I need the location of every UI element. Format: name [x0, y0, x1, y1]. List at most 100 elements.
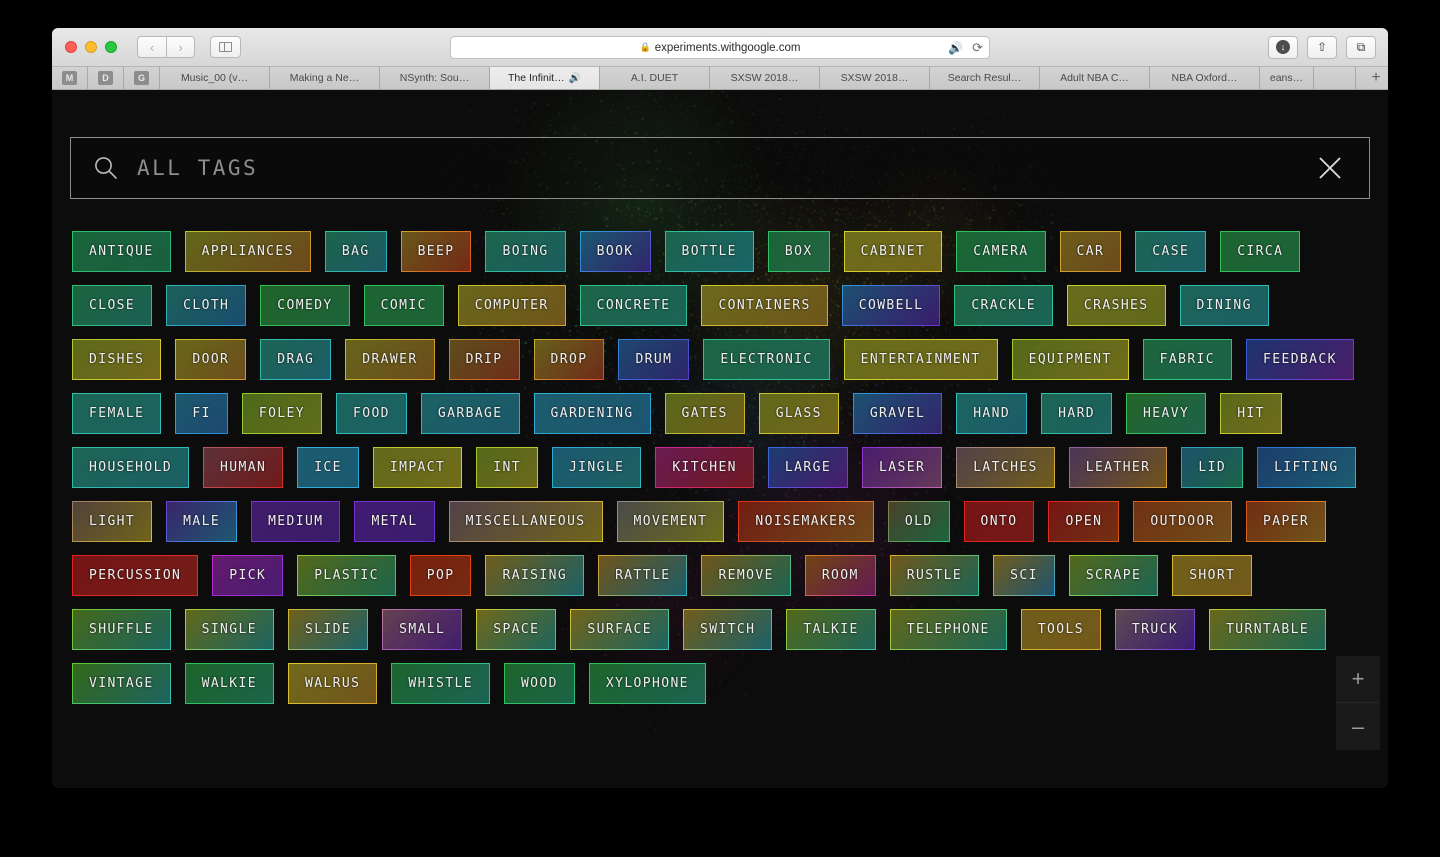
tag-chip[interactable]: TALKIE: [786, 609, 875, 650]
tag-chip[interactable]: SPACE: [476, 609, 556, 650]
back-button[interactable]: ‹: [137, 36, 166, 58]
browser-tab[interactable]: +: [1356, 67, 1388, 89]
tag-chip[interactable]: HIT: [1220, 393, 1282, 434]
close-window-button[interactable]: [65, 41, 77, 53]
tag-chip[interactable]: IMPACT: [373, 447, 462, 488]
browser-tab[interactable]: NSynth: Sou…: [380, 67, 490, 89]
tag-chip[interactable]: SCI: [993, 555, 1055, 596]
tag-chip[interactable]: LIFTING: [1257, 447, 1356, 488]
tag-chip[interactable]: CLOTH: [166, 285, 246, 326]
tag-chip[interactable]: SCRAPE: [1069, 555, 1158, 596]
tag-chip[interactable]: HAND: [956, 393, 1027, 434]
tag-chip[interactable]: MALE: [166, 501, 237, 542]
tag-chip[interactable]: HOUSEHOLD: [72, 447, 189, 488]
tag-chip[interactable]: LARGE: [768, 447, 848, 488]
tag-chip[interactable]: LID: [1181, 447, 1243, 488]
tag-chip[interactable]: SURFACE: [570, 609, 669, 650]
tag-chip[interactable]: VINTAGE: [72, 663, 171, 704]
tag-chip[interactable]: HEAVY: [1126, 393, 1206, 434]
tag-chip[interactable]: RAISING: [485, 555, 584, 596]
search-input[interactable]: ALL TAGS: [137, 156, 258, 180]
tag-chip[interactable]: WALKIE: [185, 663, 274, 704]
browser-tab[interactable]: NBA Oxford…: [1150, 67, 1260, 89]
maximize-window-button[interactable]: [105, 41, 117, 53]
tag-chip[interactable]: OUTDOOR: [1133, 501, 1232, 542]
browser-tab[interactable]: Search Resul…: [930, 67, 1040, 89]
browser-tab[interactable]: G: [124, 67, 160, 89]
tag-chip[interactable]: RUSTLE: [890, 555, 979, 596]
tag-chip[interactable]: XYLOPHONE: [589, 663, 706, 704]
tag-chip[interactable]: TURNTABLE: [1209, 609, 1326, 650]
tag-chip[interactable]: DINING: [1180, 285, 1269, 326]
tag-chip[interactable]: LATCHES: [956, 447, 1055, 488]
tag-chip[interactable]: COMIC: [364, 285, 444, 326]
tag-chip[interactable]: LASER: [862, 447, 942, 488]
tag-chip[interactable]: METAL: [354, 501, 434, 542]
tag-chip[interactable]: HARD: [1041, 393, 1112, 434]
browser-tab[interactable]: M: [52, 67, 88, 89]
tag-chip[interactable]: SHORT: [1172, 555, 1252, 596]
tag-chip[interactable]: BOOK: [580, 231, 651, 272]
tag-chip[interactable]: SHUFFLE: [72, 609, 171, 650]
browser-tab[interactable]: The Infinit…🔊: [490, 67, 600, 89]
tag-chip[interactable]: WOOD: [504, 663, 575, 704]
tag-chip[interactable]: RATTLE: [598, 555, 687, 596]
tag-chip[interactable]: JINGLE: [552, 447, 641, 488]
tag-chip[interactable]: TRUCK: [1115, 609, 1195, 650]
browser-tab[interactable]: Making a Ne…: [270, 67, 380, 89]
share-button[interactable]: ⇧: [1307, 36, 1337, 59]
tag-chip[interactable]: SMALL: [382, 609, 462, 650]
tag-chip[interactable]: FOOD: [336, 393, 407, 434]
tag-chip[interactable]: DRAWER: [345, 339, 434, 380]
tag-chip[interactable]: ROOM: [805, 555, 876, 596]
tag-chip[interactable]: LIGHT: [72, 501, 152, 542]
tag-chip[interactable]: LEATHER: [1069, 447, 1168, 488]
tag-chip[interactable]: NOISEMAKERS: [738, 501, 874, 542]
downloads-button[interactable]: ↓: [1268, 36, 1298, 59]
tab-audio-icon[interactable]: 🔊: [569, 73, 581, 84]
browser-tab[interactable]: Adult NBA C…: [1040, 67, 1150, 89]
tag-chip[interactable]: INT: [476, 447, 538, 488]
tag-chip[interactable]: FOLEY: [242, 393, 322, 434]
speaker-icon[interactable]: 🔊: [948, 42, 963, 54]
browser-tab[interactable]: D: [88, 67, 124, 89]
tag-chip[interactable]: ELECTRONIC: [703, 339, 829, 380]
tag-chip[interactable]: CASE: [1135, 231, 1206, 272]
tag-chip[interactable]: ENTERTAINMENT: [844, 339, 998, 380]
tag-chip[interactable]: COWBELL: [842, 285, 941, 326]
tag-chip[interactable]: SINGLE: [185, 609, 274, 650]
tag-chip[interactable]: FEMALE: [72, 393, 161, 434]
zoom-in-button[interactable]: +: [1336, 656, 1380, 703]
tag-chip[interactable]: CRACKLE: [954, 285, 1053, 326]
tag-chip[interactable]: WALRUS: [288, 663, 377, 704]
address-bar[interactable]: 🔒 experiments.withgoogle.com 🔊 ⟳: [450, 36, 990, 59]
tag-chip[interactable]: PLASTIC: [297, 555, 396, 596]
tag-chip[interactable]: CIRCA: [1220, 231, 1300, 272]
tag-chip[interactable]: ONTO: [964, 501, 1035, 542]
browser-tab[interactable]: A.I. DUET: [600, 67, 710, 89]
tag-chip[interactable]: WHISTLE: [391, 663, 490, 704]
tag-chip[interactable]: ICE: [297, 447, 359, 488]
tag-chip[interactable]: COMPUTER: [458, 285, 566, 326]
tag-chip[interactable]: APPLIANCES: [185, 231, 311, 272]
browser-tab[interactable]: SXSW 2018…: [820, 67, 930, 89]
tag-chip[interactable]: GATES: [665, 393, 745, 434]
tag-chip[interactable]: DISHES: [72, 339, 161, 380]
tag-chip[interactable]: MISCELLANEOUS: [449, 501, 603, 542]
tag-chip[interactable]: GARDENING: [534, 393, 651, 434]
tag-chip[interactable]: FI: [175, 393, 227, 434]
tag-chip[interactable]: GRAVEL: [853, 393, 942, 434]
tag-chip[interactable]: PICK: [212, 555, 283, 596]
minimize-window-button[interactable]: [85, 41, 97, 53]
tag-chip[interactable]: SWITCH: [683, 609, 772, 650]
tag-chip[interactable]: DROP: [534, 339, 605, 380]
tag-chip[interactable]: TOOLS: [1021, 609, 1101, 650]
tag-chip[interactable]: REMOVE: [701, 555, 790, 596]
tag-chip[interactable]: KITCHEN: [655, 447, 754, 488]
browser-tab[interactable]: SXSW 2018…: [710, 67, 820, 89]
tag-chip[interactable]: DRAG: [260, 339, 331, 380]
browser-tab[interactable]: Music_00 (v…: [160, 67, 270, 89]
tag-chip[interactable]: FABRIC: [1143, 339, 1232, 380]
tag-chip[interactable]: PERCUSSION: [72, 555, 198, 596]
tag-chip[interactable]: DRIP: [449, 339, 520, 380]
